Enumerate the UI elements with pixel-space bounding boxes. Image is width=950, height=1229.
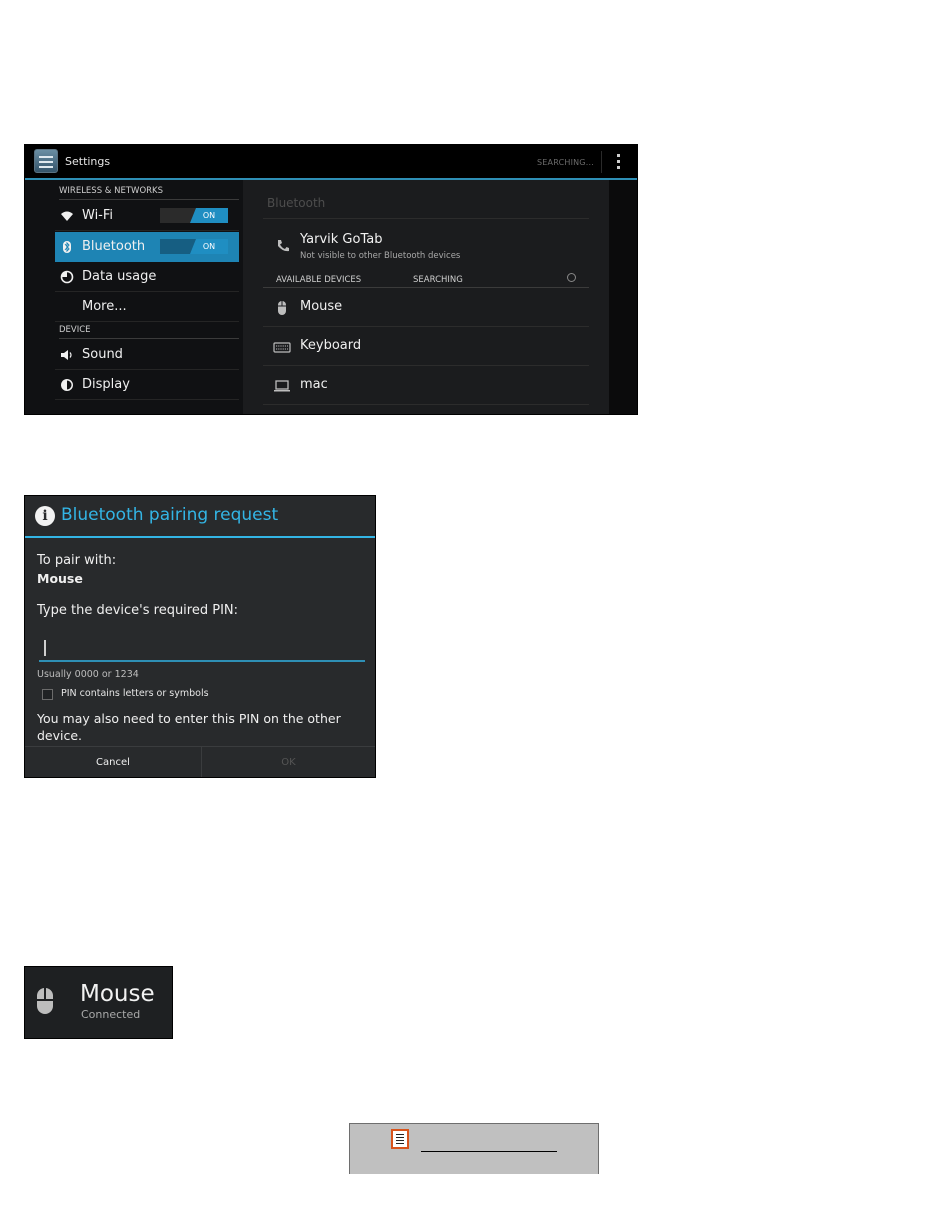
device-row-mac[interactable]: mac	[263, 366, 589, 405]
pin-letters-label[interactable]: PIN contains letters or symbols	[61, 688, 209, 699]
divider	[263, 218, 589, 219]
phone-icon	[278, 240, 289, 252]
device-label: mac	[300, 377, 328, 392]
info-icon: i	[35, 506, 55, 526]
bluetooth-toggle[interactable]: ON	[160, 239, 228, 254]
wifi-toggle-state: ON	[190, 208, 228, 223]
device-row-keyboard[interactable]: Keyboard	[263, 327, 589, 366]
settings-app-icon[interactable]	[34, 149, 58, 173]
bluetooth-toggle-state: ON	[190, 239, 228, 254]
wifi-icon	[61, 211, 73, 221]
connected-device-card[interactable]: Mouse Connected	[24, 966, 173, 1039]
keyboard-icon	[273, 342, 291, 353]
title-divider	[25, 536, 375, 538]
visibility-status: Not visible to other Bluetooth devices	[300, 251, 461, 261]
pin-note: You may also need to enter this PIN on t…	[37, 711, 341, 743]
nav-item-sound[interactable]: Sound	[55, 340, 239, 370]
nav-item-label: Wi-Fi	[82, 208, 114, 223]
laptop-icon	[274, 380, 290, 392]
nav-item-label: Sound	[82, 347, 123, 362]
nav-item-label: Display	[82, 377, 130, 392]
pin-prompt: Type the device's required PIN:	[37, 603, 239, 618]
progress-spinner-icon	[567, 273, 576, 282]
mouse-icon	[278, 301, 286, 315]
search-status: SEARCHING	[413, 275, 463, 285]
cancel-button[interactable]: Cancel	[25, 747, 201, 777]
mouse-icon	[37, 988, 53, 1014]
text-cursor	[44, 640, 46, 656]
nav-item-label: More...	[82, 299, 127, 314]
device-label: Mouse	[300, 299, 343, 314]
action-bar-title: Settings	[65, 155, 111, 168]
note-icon[interactable]	[391, 1129, 409, 1149]
brightness-icon	[61, 379, 73, 391]
speaker-icon	[61, 350, 72, 360]
overflow-menu-icon[interactable]	[617, 154, 621, 170]
settings-screen: Settings SEARCHING... WIRELESS & NETWORK…	[24, 144, 638, 415]
data-usage-icon	[60, 270, 74, 284]
device-row-mouse[interactable]: Mouse	[263, 288, 589, 327]
action-bar: Settings SEARCHING...	[25, 145, 637, 180]
nav-item-more[interactable]: More...	[55, 292, 239, 322]
nav-item-bluetooth[interactable]: Bluetooth ON	[55, 232, 239, 262]
pane-header: Bluetooth	[267, 196, 326, 210]
nav-item-label: Data usage	[82, 269, 157, 284]
connection-status: Connected	[81, 1008, 141, 1021]
pairing-dialog: i Bluetooth pairing request To pair with…	[24, 495, 376, 778]
pin-input[interactable]	[39, 636, 365, 662]
pair-with-label: To pair with:	[37, 553, 117, 568]
nav-item-display[interactable]: Display	[55, 370, 239, 400]
ok-button[interactable]: OK	[202, 747, 375, 777]
pin-hint: Usually 0000 or 1234	[37, 669, 139, 680]
note-widget	[349, 1123, 599, 1174]
bluetooth-pane: Bluetooth Yarvik GoTab Not visible to ot…	[243, 180, 609, 414]
pair-device-name: Mouse	[37, 571, 83, 586]
connected-device-name: Mouse	[80, 981, 155, 1007]
bluetooth-icon	[63, 241, 71, 253]
section-header-device: DEVICE	[59, 321, 239, 339]
nav-item-label: Bluetooth	[82, 239, 146, 254]
pane-margin	[609, 180, 637, 414]
device-name[interactable]: Yarvik GoTab	[300, 232, 382, 247]
wifi-toggle[interactable]: ON	[160, 208, 228, 223]
device-label: Keyboard	[300, 338, 362, 353]
nav-item-data-usage[interactable]: Data usage	[55, 262, 239, 292]
available-devices-label: AVAILABLE DEVICES	[276, 275, 362, 285]
section-header-wireless: WIRELESS & NETWORKS	[59, 182, 239, 200]
pin-letters-checkbox[interactable]	[42, 689, 53, 700]
action-bar-divider	[601, 151, 602, 173]
underline-field	[421, 1151, 557, 1152]
dialog-title: Bluetooth pairing request	[61, 505, 279, 525]
searching-status[interactable]: SEARCHING...	[537, 158, 594, 167]
nav-item-wifi[interactable]: Wi-Fi ON	[55, 201, 239, 231]
settings-nav: WIRELESS & NETWORKS Wi-Fi ON Bluetooth O…	[25, 180, 243, 414]
